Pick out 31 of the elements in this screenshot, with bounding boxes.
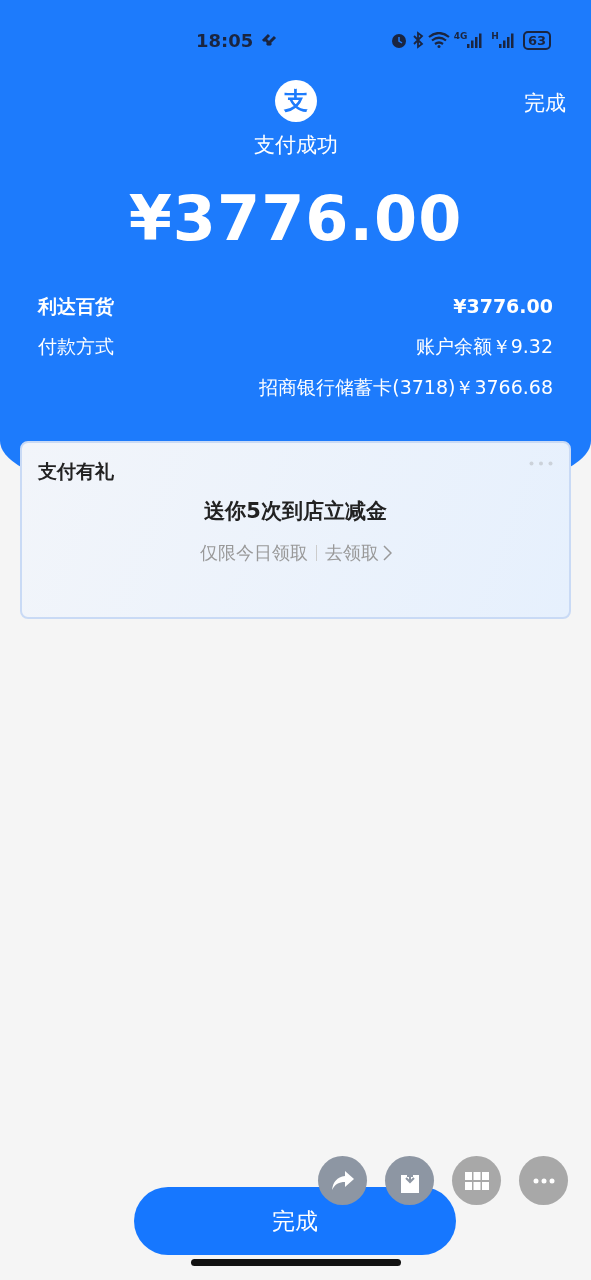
promo-title: 支付有礼 [38,459,114,484]
network-label: H [491,30,499,43]
share-icon [330,1169,355,1192]
grid-button[interactable] [452,1156,501,1205]
payment-status: 支付成功 [253,132,338,159]
battery-indicator: 63 [522,30,551,50]
bluetooth-icon [411,31,424,49]
network-label: 4G [453,30,468,43]
status-time: 18:05 [196,28,254,53]
detail-label: 付款方式 [38,334,114,359]
app-logo: 支 [274,80,317,122]
more-icon[interactable] [529,461,553,466]
chevron-icon [382,544,392,561]
promo-headline: 送你5次到店立减金 [204,497,387,525]
grid-icon [464,1171,489,1190]
detail-value: 招商银行储蓄卡(3718)￥3766.68 [259,374,553,400]
alarm-icon [389,31,408,49]
claim-link[interactable]: 去领取 [324,539,392,566]
done-button[interactable]: 完成 [133,1187,456,1255]
signal-icon [467,32,484,48]
detail-value: ¥3776.00 [453,293,553,319]
more-button[interactable] [519,1156,568,1205]
payment-amount: ¥3776.00 [128,187,463,250]
signal-icon [498,32,515,48]
more-icon [532,1177,555,1184]
wifi-icon [427,32,450,48]
promo-note: 仅限今日领取 [199,541,308,565]
signal-badge-icon [261,33,278,47]
detail-label: 利达百货 [38,293,114,319]
done-link[interactable]: 完成 [524,88,566,120]
detail-value: 账户余额￥9.32 [415,334,553,359]
